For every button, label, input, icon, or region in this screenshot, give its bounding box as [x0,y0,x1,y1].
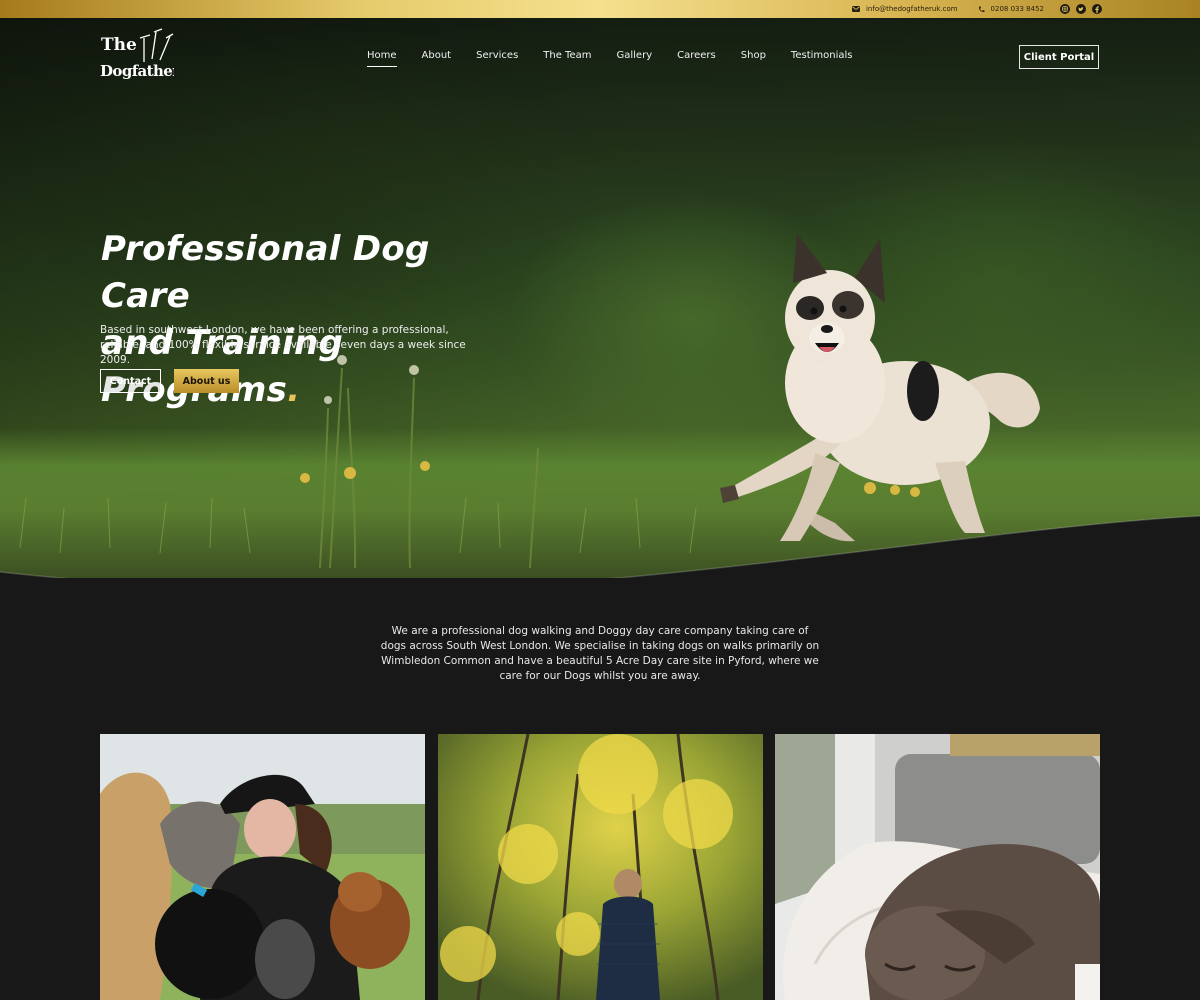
email-text: info@thedogfatheruk.com [865,5,958,13]
phone-text: 0208 033 8452 [990,5,1044,13]
logo-text-the: The [101,35,137,55]
phone-contact[interactable]: 0208 033 8452 [978,5,1044,13]
main-nav: Home About Services The Team Gallery Car… [367,50,852,67]
photo-card-autumn-walk[interactable] [438,734,763,1000]
intro-paragraph: We are a professional dog walking and Do… [380,625,820,682]
contact-button[interactable]: Contact [100,369,161,393]
sleeping-dog-image [775,734,1100,1000]
hero-title: Professional Dog Care and Training Progr… [101,226,521,414]
client-portal-button[interactable]: Client Portal [1019,45,1099,69]
hero-title-dot: . [287,370,301,410]
autumn-walk-image [438,734,763,1000]
hero-title-line1: Professional Dog Care [101,229,430,316]
hero-section: The Dogfather Home About Services The Te… [0,18,1200,578]
running-dog-image [720,233,1040,542]
about-us-button[interactable]: About us [174,369,239,393]
hero-wave-divider [0,515,1200,578]
nav-shop[interactable]: Shop [741,50,766,67]
walker-with-dogs-image [100,734,425,1000]
nav-home[interactable]: Home [367,50,397,67]
dogfather-logo[interactable]: The Dogfather [100,26,174,82]
twitter-icon[interactable] [1076,4,1086,14]
nav-careers[interactable]: Careers [677,50,716,67]
facebook-icon[interactable] [1092,4,1102,14]
email-contact[interactable]: info@thedogfatheruk.com [851,5,958,13]
nav-about[interactable]: About [422,50,452,67]
phone-icon [978,6,985,12]
nav-gallery[interactable]: Gallery [617,50,653,67]
photo-card-sleeping-dog[interactable] [775,734,1100,1000]
social-links [1060,4,1102,14]
envelope-icon [851,6,860,12]
hero-subtitle: Based in southwest London, we have been … [100,324,466,366]
nav-the-team[interactable]: The Team [543,50,591,67]
nav-services[interactable]: Services [476,50,518,67]
instagram-icon[interactable] [1060,4,1070,14]
puppet-strings-icon [139,28,174,62]
nav-testimonials[interactable]: Testimonials [791,50,853,67]
photo-card-walker-with-dogs[interactable] [100,734,425,1000]
logo-text-dogfather: Dogfather [100,62,174,80]
top-contact-bar: info@thedogfatheruk.com 0208 033 8452 [0,0,1200,18]
